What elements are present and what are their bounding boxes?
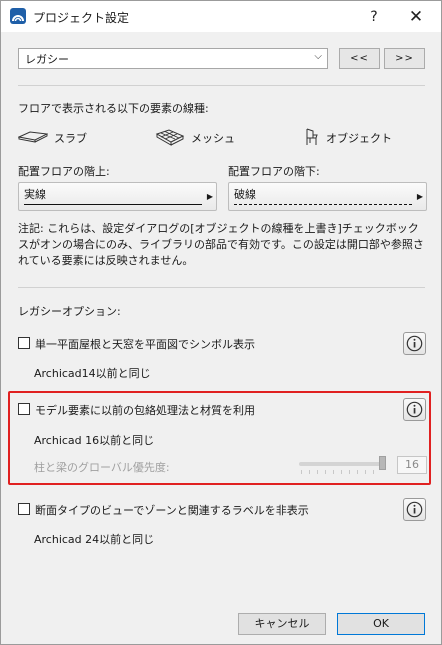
divider [18, 287, 425, 288]
legacy-heading: レガシーオプション: [18, 305, 121, 318]
help-button[interactable]: ? [354, 1, 394, 32]
archicad-app-icon [10, 8, 26, 24]
info-icon [406, 501, 423, 518]
preset-selected-value: レガシー [25, 53, 69, 66]
cancel-button[interactable]: キャンセル [238, 613, 326, 635]
info-icon [406, 401, 423, 418]
info-icon [406, 335, 423, 352]
play-arrow-icon: ▶ [416, 192, 423, 201]
above-floor-label: 配置フロアの階上: [18, 165, 110, 178]
slab-icon [17, 130, 54, 147]
above-linetype-picker[interactable]: 実線 ▶ [18, 182, 217, 211]
legacy-intersection-label[interactable]: モデル要素に以前の包絡処理法と材質を利用 [35, 402, 255, 418]
chevron-down-icon: ⌵ [314, 51, 322, 62]
priority-slider-ticks [301, 470, 381, 474]
info-button[interactable] [403, 332, 426, 355]
info-button[interactable] [403, 498, 426, 521]
mesh-label: メッシュ [191, 132, 235, 145]
line-section-heading: フロアで表示される以下の要素の線種: [18, 102, 209, 115]
divider [18, 85, 425, 86]
window-title: プロジェクト設定 [33, 11, 130, 25]
roof-symbol-checkbox[interactable] [18, 337, 30, 349]
compat-note-14: Archicad14以前と同じ [34, 367, 151, 380]
project-settings-dialog: プロジェクト設定 ? ✕ レガシー ⌵ << >> フロアで表示される以下の要素… [0, 0, 442, 645]
info-button[interactable] [403, 398, 426, 421]
above-linetype-value: 実線 [24, 188, 46, 201]
close-button[interactable]: ✕ [396, 1, 436, 32]
legacy-intersection-checkbox[interactable] [18, 403, 30, 415]
object-element-item: オブジェクト [304, 128, 392, 148]
solid-line-preview [24, 204, 202, 205]
title-bar: プロジェクト設定 ? ✕ [1, 1, 441, 32]
priority-slider-thumb[interactable] [379, 456, 386, 470]
below-linetype-value: 破線 [234, 188, 256, 201]
roof-symbol-label[interactable]: 単一平面屋根と天窓を平面図でシンボル表示 [35, 336, 255, 352]
hide-zone-labels-checkbox[interactable] [18, 503, 30, 515]
note-text: 注記: これらは、設定ダイアログの[オブジェクトの線種を上書き]チェックボックス… [18, 222, 424, 267]
ok-button[interactable]: OK [337, 613, 425, 635]
slab-label: スラブ [54, 132, 87, 145]
next-preset-button[interactable]: >> [384, 48, 425, 69]
preset-dropdown[interactable]: レガシー ⌵ [18, 48, 328, 69]
object-label: オブジェクト [326, 132, 392, 145]
below-floor-label: 配置フロアの階下: [228, 165, 320, 178]
global-priority-label: 柱と梁のグローバル優先度: [34, 461, 170, 474]
previous-preset-button[interactable]: << [339, 48, 380, 69]
object-chair-icon [304, 128, 326, 149]
hide-zone-labels-label[interactable]: 断面タイプのビューでゾーンと関連するラベルを非表示 [35, 502, 309, 518]
mesh-icon [155, 128, 191, 149]
compat-note-16: Archicad 16以前と同じ [34, 434, 155, 447]
play-arrow-icon: ▶ [206, 192, 213, 201]
priority-slider-track [299, 462, 385, 466]
below-linetype-picker[interactable]: 破線 ▶ [228, 182, 427, 211]
dashed-line-preview [234, 204, 412, 205]
slab-element-item: スラブ [17, 128, 87, 148]
mesh-element-item: メッシュ [155, 128, 235, 148]
priority-value-field[interactable]: 16 [397, 456, 427, 474]
compat-note-24: Archicad 24以前と同じ [34, 533, 155, 546]
